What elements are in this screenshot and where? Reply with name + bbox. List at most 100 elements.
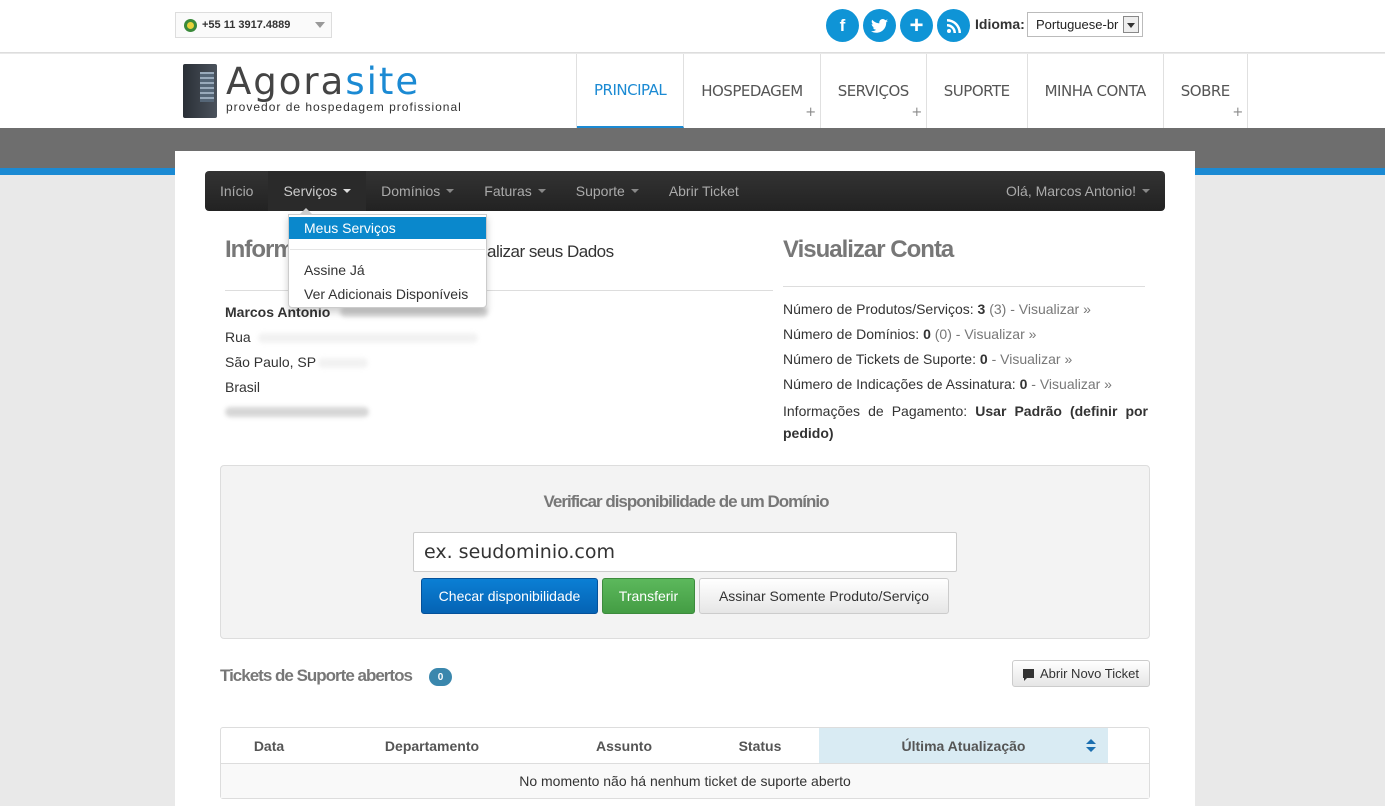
payment-label: Informações de Pagamento: xyxy=(783,403,968,419)
divider xyxy=(783,286,1145,287)
empty-row: No momento não há nenhum ticket de supor… xyxy=(221,763,1149,798)
new-ticket-label: Abrir Novo Ticket xyxy=(1040,666,1139,681)
client-city: São Paulo, SP xyxy=(225,354,317,370)
stat-tickets: Número de Tickets de Suporte: 0 - Visual… xyxy=(783,351,1072,367)
stat-label: Número de Produtos/Serviços: xyxy=(783,301,974,317)
transfer-button[interactable]: Transferir xyxy=(602,578,695,614)
subnav-label: Início xyxy=(220,183,254,199)
payment-info: Informações de Pagamento: Usar Padrão (d… xyxy=(783,400,1148,444)
subnav-label: Abrir Ticket xyxy=(668,183,739,199)
nav-sobre[interactable]: SOBRE + xyxy=(1164,54,1248,128)
redacted-text xyxy=(318,358,368,368)
nav-label: PRINCIPAL xyxy=(594,81,667,99)
new-ticket-button[interactable]: Abrir Novo Ticket xyxy=(1012,660,1150,687)
user-menu[interactable]: Olá, Marcos Antonio! xyxy=(991,171,1165,211)
stat-link[interactable]: - Visualizar » xyxy=(956,326,1037,342)
col-header-departamento[interactable]: Departamento xyxy=(317,728,547,763)
plus-icon: + xyxy=(1232,105,1243,120)
rss-icon[interactable] xyxy=(937,9,970,42)
nav-minha-conta[interactable]: MINHA CONTA xyxy=(1028,54,1164,128)
domain-input[interactable]: ex. seudominio.com xyxy=(413,532,957,572)
nav-label: SOBRE xyxy=(1180,82,1231,100)
phone-selector[interactable]: +55 11 3917.4889 xyxy=(175,12,332,38)
stat-link[interactable]: - Visualizar » xyxy=(1031,376,1112,392)
nav-principal[interactable]: PRINCIPAL xyxy=(577,54,685,128)
servicos-dropdown: Meus Serviços Assine Já Ver Adicionais D… xyxy=(288,208,487,308)
subnav-abrir-ticket[interactable]: Abrir Ticket xyxy=(654,171,754,211)
nav-label: HOSPEDAGEM xyxy=(701,82,803,100)
info-subheading[interactable]: alizar seus Dados xyxy=(487,242,614,262)
product-only-button[interactable]: Assinar Somente Produto/Serviço xyxy=(699,578,949,614)
stat-value: 0 xyxy=(923,326,931,342)
stat-extra: (3) xyxy=(989,301,1007,317)
subnav-dominios[interactable]: Domínios xyxy=(366,171,469,211)
caret-down-icon xyxy=(1142,189,1150,193)
subnav-label: Serviços xyxy=(283,183,338,199)
info-heading: Inform xyxy=(225,236,295,263)
facebook-icon[interactable]: f xyxy=(826,9,859,42)
subnav-suporte[interactable]: Suporte xyxy=(561,171,654,211)
col-header-assunto[interactable]: Assunto xyxy=(547,728,701,763)
nav-label: MINHA CONTA xyxy=(1044,82,1147,100)
col-header-status[interactable]: Status xyxy=(701,728,819,763)
menu-item-ver-adicionais[interactable]: Ver Adicionais Disponíveis xyxy=(289,283,486,305)
caret-down-icon xyxy=(537,189,546,193)
twitter-icon[interactable] xyxy=(863,9,896,42)
tickets-table: Data Departamento Assunto Status Última … xyxy=(220,727,1150,799)
client-country: Brasil xyxy=(225,379,261,395)
stat-value: 0 xyxy=(1019,376,1028,392)
domain-check-title: Verificar disponibilidade de um Domínio xyxy=(543,492,830,511)
check-availability-button[interactable]: Checar disponibilidade xyxy=(421,578,598,614)
stat-label: Número de Domínios: xyxy=(783,326,920,342)
col-header-ultima-atualizacao[interactable]: Última Atualização xyxy=(819,728,1108,763)
brazil-flag-icon xyxy=(184,18,197,32)
sort-icon xyxy=(1086,739,1096,753)
subnav-label: Faturas xyxy=(484,183,532,199)
menu-item-meus-servicos[interactable]: Meus Serviços xyxy=(289,217,486,239)
logo-tagline: provedor de hospedagem profissional xyxy=(226,100,462,114)
user-greeting: Olá, Marcos Antonio! xyxy=(1006,183,1136,199)
subnav-faturas[interactable]: Faturas xyxy=(469,171,560,211)
language-value: Portuguese-br xyxy=(1036,17,1119,32)
stat-extra: (0) xyxy=(934,326,952,342)
stat-value: 0 xyxy=(979,351,988,367)
language-select[interactable]: Portuguese-br xyxy=(1027,12,1143,37)
redacted-email xyxy=(225,407,369,417)
logo-accent: site xyxy=(345,60,421,103)
server-logo-icon[interactable] xyxy=(183,64,217,118)
plus-icon: + xyxy=(805,105,816,120)
tickets-count-badge: 0 xyxy=(429,668,452,686)
stat-label: Número de Tickets de Suporte: xyxy=(783,351,976,367)
phone-number: +55 11 3917.4889 xyxy=(202,19,291,31)
account-heading: Visualizar Conta xyxy=(783,236,954,263)
nav-servicos[interactable]: SERVIÇOS + xyxy=(821,54,927,128)
plus-icon[interactable]: + xyxy=(900,9,933,42)
caret-down-icon xyxy=(630,189,639,193)
stat-link[interactable]: - Visualizar » xyxy=(1010,301,1091,317)
logo-main: Agora xyxy=(226,60,346,103)
subnav-label: Suporte xyxy=(575,183,625,199)
col-header-data[interactable]: Data xyxy=(221,728,317,763)
subnav-servicos[interactable]: Serviços xyxy=(268,171,367,211)
nav-label: SUPORTE xyxy=(943,82,1010,100)
dropdown-arrow-icon[interactable] xyxy=(1123,16,1139,33)
stat-link[interactable]: - Visualizar » xyxy=(992,351,1073,367)
site-logo[interactable]: Agorasite xyxy=(226,60,420,103)
nav-suporte[interactable]: SUPORTE xyxy=(927,54,1028,128)
subnav-label: Domínios xyxy=(381,183,441,199)
tickets-heading: Tickets de Suporte abertos xyxy=(220,666,413,685)
nav-hospedagem[interactable]: HOSPEDAGEM + xyxy=(684,54,821,128)
client-street: Rua xyxy=(225,329,251,345)
client-area-nav: Início Serviços Domínios Faturas Suporte… xyxy=(205,171,1165,211)
site-header: Agorasite provedor de hospedagem profiss… xyxy=(0,54,1385,128)
stat-indicacoes: Número de Indicações de Assinatura: 0 - … xyxy=(783,376,1112,392)
top-bar: +55 11 3917.4889 f + Idioma: Portuguese-… xyxy=(0,0,1385,53)
stat-value: 3 xyxy=(977,301,986,317)
plus-icon: + xyxy=(911,105,922,120)
chevron-down-icon xyxy=(315,22,325,28)
stat-dominios: Número de Domínios: 0 (0) - Visualizar » xyxy=(783,326,1036,342)
stat-label: Número de Indicações de Assinatura: xyxy=(783,376,1016,392)
menu-item-assine-ja[interactable]: Assine Já xyxy=(289,259,486,281)
caret-down-icon xyxy=(446,189,455,193)
subnav-inicio[interactable]: Início xyxy=(205,171,268,211)
